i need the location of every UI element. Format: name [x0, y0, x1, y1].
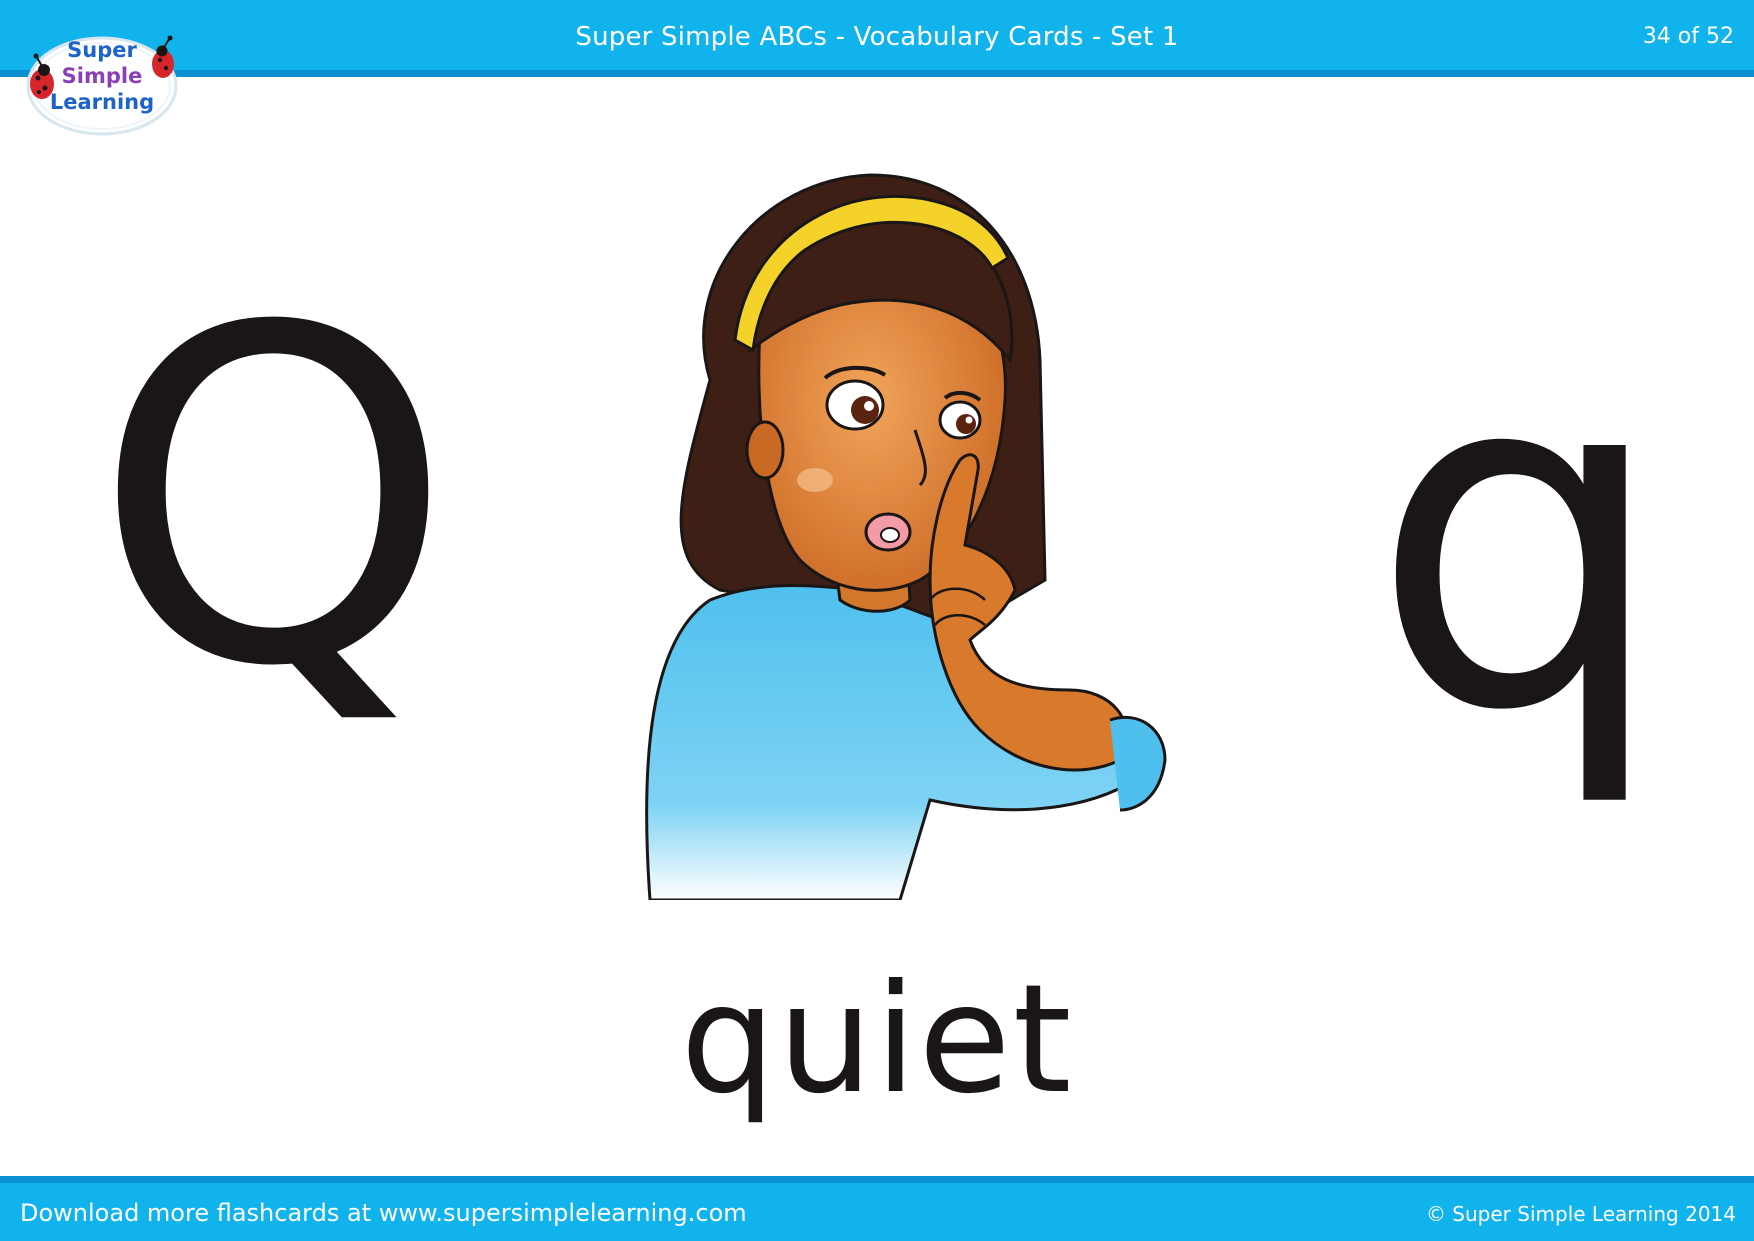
header-bar: Super Simple ABCs - Vocabulary Cards - S…: [0, 0, 1754, 77]
header-title: Super Simple ABCs - Vocabulary Cards - S…: [575, 22, 1179, 52]
footer-bar: Download more flashcards at www.supersim…: [0, 1176, 1754, 1241]
girl-saying-shh-icon: [640, 160, 1200, 900]
lowercase-letter: q: [1370, 266, 1669, 813]
page-counter: 34 of 52: [1642, 24, 1734, 49]
uppercase-letter: Q: [92, 232, 455, 767]
logo-word-simple: Simple: [61, 64, 143, 88]
copyright-notice: © Super Simple Learning 2014: [1425, 1202, 1736, 1226]
vocabulary-word: quiet: [680, 953, 1074, 1127]
super-simple-learning-logo[interactable]: Super Simple Learning: [22, 26, 182, 138]
download-link[interactable]: Download more flashcards at www.supersim…: [20, 1199, 747, 1227]
logo-word-learning: Learning: [49, 90, 155, 114]
flashcard-page: Super Simple ABCs - Vocabulary Cards - S…: [0, 0, 1754, 1241]
logo-word-super: Super: [67, 38, 137, 62]
